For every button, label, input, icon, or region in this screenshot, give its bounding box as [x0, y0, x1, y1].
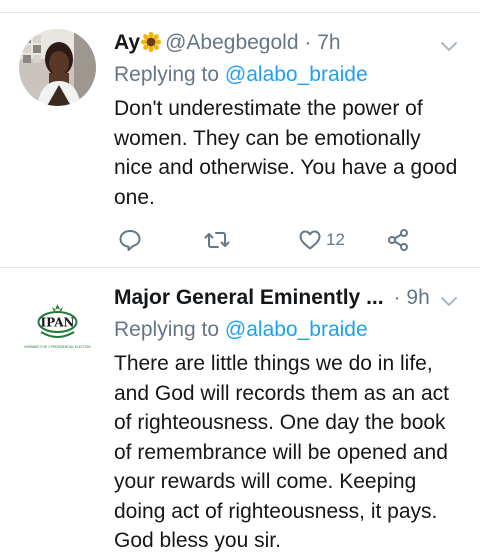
mention-link[interactable]: @alabo_braide [225, 318, 368, 341]
tweet-header: Major General Eminently ... · 9h [114, 283, 464, 313]
chevron-down-icon[interactable] [440, 34, 458, 51]
avatar[interactable] [19, 29, 96, 106]
replying-to: Replying to @alabo_braide [114, 315, 464, 345]
chevron-down-icon[interactable] [440, 289, 458, 306]
logo-subtext: NOMINEE FOR 2 PRESIDENTIAL ELECTION [24, 345, 91, 349]
retweet-icon [204, 228, 230, 252]
timestamp[interactable]: 9h [406, 286, 429, 309]
reply-button[interactable] [118, 224, 142, 256]
handle-time: · 9h [394, 286, 430, 309]
replying-prefix: Replying to [114, 318, 220, 341]
handle-time: @Abegbegold · 7h [165, 31, 340, 54]
tweet-1[interactable]: Ay @Abegbegold · 7h Replying to @alabo_b… [0, 13, 480, 267]
tweet-text: Don't underestimate the power of women. … [114, 97, 458, 209]
retweet-button[interactable] [204, 224, 230, 256]
tweet-header: Ay @Abegbegold · 7h [114, 28, 464, 58]
separator: · [393, 286, 401, 309]
replying-to: Replying to @alabo_braide [114, 60, 464, 90]
handle[interactable]: @Abegbegold [165, 31, 298, 54]
tweet-actions: 12 [114, 224, 434, 256]
timestamp[interactable]: 7h [317, 31, 340, 54]
logo-text: IPAN [40, 316, 74, 330]
heart-icon [298, 228, 322, 252]
share-button[interactable] [386, 224, 410, 256]
display-name[interactable]: Major General Eminently ... [114, 283, 384, 313]
tweet-content: Ay @Abegbegold · 7h Replying to @alabo_b… [114, 28, 464, 212]
avatar[interactable]: IPAN NOMINEE FOR 2 PRESIDENTIAL ELECTION [19, 290, 96, 367]
comment-icon [118, 228, 142, 252]
replying-prefix: Replying to [114, 63, 220, 86]
tweet-2[interactable]: IPAN NOMINEE FOR 2 PRESIDENTIAL ELECTION… [0, 268, 480, 557]
like-button[interactable]: 12 [298, 224, 345, 256]
share-icon [386, 228, 410, 252]
sunflower-icon [140, 31, 162, 53]
mention-link[interactable]: @alabo_braide [225, 63, 368, 86]
like-count: 12 [326, 230, 345, 249]
separator: · [304, 31, 312, 54]
tweet-content: Major General Eminently ... · 9h Replying… [114, 283, 464, 556]
tweet-text: There are little things we do in life, a… [114, 352, 449, 552]
display-name[interactable]: Ay [114, 31, 140, 54]
